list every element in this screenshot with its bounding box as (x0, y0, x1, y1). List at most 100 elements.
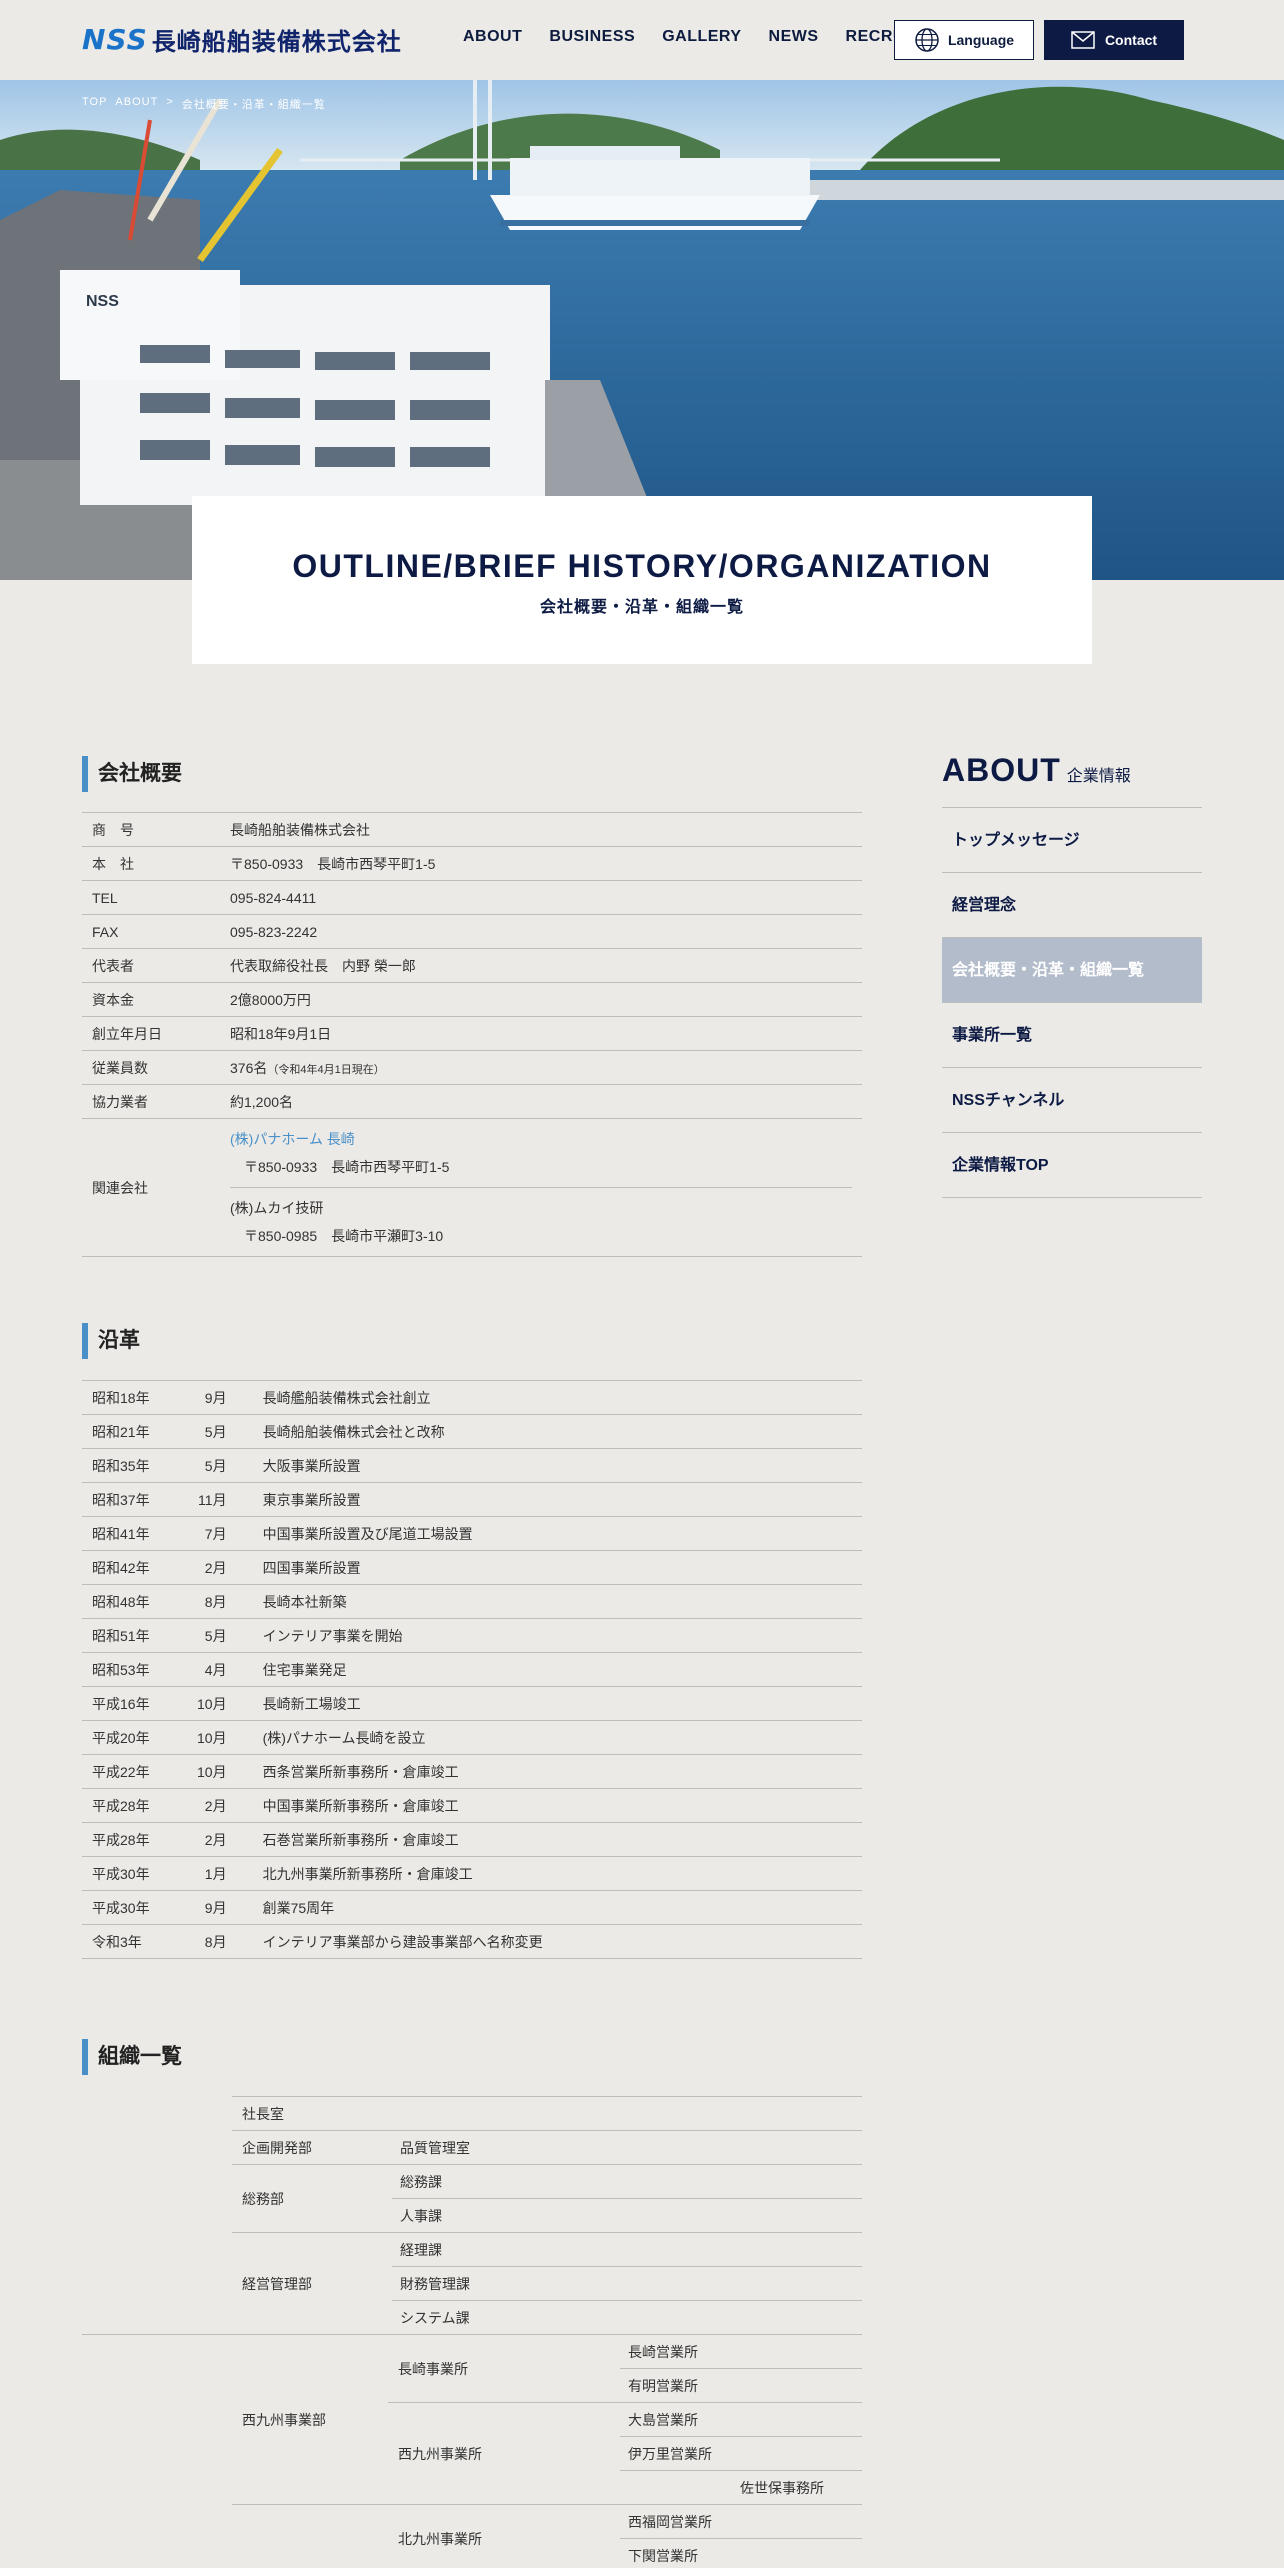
row-value: 376名 (230, 1059, 268, 1076)
row-note: （令和4年4月1日現在） (267, 1063, 385, 1076)
row-value: 〒850-0933 長崎市西琴平町1-5 (220, 846, 862, 881)
history-event: インテリア事業を開始 (252, 1618, 862, 1653)
contact-button[interactable]: Contact (1044, 20, 1184, 60)
sidebar-title-ja: 企業情報 (1066, 768, 1131, 785)
history-month: 5月 (159, 1448, 253, 1483)
organization-heading: 組織一覧 (82, 2039, 182, 2075)
row-key: FAX (82, 914, 220, 949)
sidebar-item-philosophy[interactable]: 経営理念 (942, 873, 1202, 938)
history-year: 昭和35年 (82, 1448, 160, 1483)
history-event: 石巻営業所新事務所・倉庫竣工 (252, 1822, 862, 1857)
table-row: 関連会社 (株)パナホーム 長崎 〒850-0933 長崎市西琴平町1-5 (株… (82, 1118, 862, 1257)
history-year: 平成20年 (82, 1720, 160, 1755)
history-table: 昭和18年 9月 長崎艦船装備株式会社創立 昭和21年 5月 長崎船舶装備株式会社と改称昭… (82, 1380, 862, 1959)
row-key: 従業員数 (82, 1050, 220, 1085)
history-month: 1月 (159, 1856, 253, 1891)
language-button[interactable]: Language (894, 20, 1034, 60)
org-blank (232, 2504, 388, 2568)
row-value: 095-823-2242 (220, 914, 862, 949)
breadcrumb: TOP ABOUT > 会社概要・沿革・組織一覧 (82, 96, 326, 112)
breadcrumb-current: 会社概要・沿革・組織一覧 (181, 99, 326, 111)
row-value: 長崎船舶装備株式会社 (220, 812, 862, 847)
breadcrumb-top[interactable]: TOP (82, 96, 107, 112)
org-branch: 佐世保事務所 (620, 2470, 862, 2504)
history-row: 平成20年 10月 (株)パナホーム長崎を設立 (82, 1720, 862, 1755)
page-title-box: OUTLINE/BRIEF HISTORY/ORGANIZATION 会社概要・… (192, 496, 1092, 664)
history-row: 平成16年 10月 長崎新工場竣工 (82, 1686, 862, 1721)
table-row: 代表者 代表取締役社長 内野 榮一郎 (82, 948, 862, 983)
nav-business[interactable]: BUSINESS (549, 28, 635, 46)
page-subtitle: 会社概要・沿革・組織一覧 (539, 599, 744, 616)
history-month: 5月 (159, 1414, 253, 1449)
globe-icon (915, 28, 939, 52)
table-row: 商 号長崎船舶装備株式会社 (82, 812, 862, 847)
sidebar-item-nss-channel[interactable]: NSSチャンネル (942, 1068, 1202, 1133)
table-row: FAX 095-823-2242 (82, 914, 862, 949)
history-row: 昭和35年 5月 大阪事業所設置 (82, 1448, 862, 1483)
history-month: 9月 (159, 1380, 253, 1415)
history-month: 4月 (159, 1652, 253, 1687)
history-event: (株)パナホーム長崎を設立 (252, 1720, 862, 1755)
row-key: 商 号 (82, 812, 220, 847)
org-general-affairs: 総務部 (232, 2164, 392, 2232)
contact-label: Contact (1104, 32, 1158, 48)
sidebar-item-top-message[interactable]: トップメッセージ (942, 808, 1202, 873)
history-month: 2月 (159, 1550, 253, 1585)
history-event: 西条営業所新事務所・倉庫竣工 (252, 1754, 862, 1789)
row-key: 資本金 (82, 982, 220, 1017)
org-branch: 伊万里営業所 (620, 2436, 862, 2470)
related-company-address: 〒850-0933 長崎市西琴平町1-5 (244, 1159, 450, 1175)
logo-text: 長崎船舶装備株式会社 (151, 27, 402, 56)
history-month: 2月 (159, 1788, 253, 1823)
outline-heading: 会社概要 (82, 756, 182, 792)
history-month: 2月 (159, 1822, 253, 1857)
org-branch: 有明営業所 (620, 2368, 862, 2402)
related-company-link[interactable]: (株)パナホーム 長崎 (230, 1125, 852, 1153)
history-row: 平成28年 2月 石巻営業所新事務所・倉庫竣工 (82, 1822, 862, 1857)
row-key: 創立年月日 (82, 1016, 220, 1051)
org-section: システム課 (392, 2300, 862, 2334)
nav-about[interactable]: ABOUT (463, 28, 522, 46)
global-nav: ABOUT BUSINESS GALLERY NEWS RECRUIT (463, 28, 947, 46)
history-year: 昭和53年 (82, 1652, 160, 1687)
page-title: OUTLINE/BRIEF HISTORY/ORGANIZATION (292, 548, 992, 584)
history-row: 昭和51年 5月 インテリア事業を開始 (82, 1618, 862, 1653)
org-section: 経理課 (392, 2232, 862, 2266)
history-month: 7月 (159, 1516, 253, 1551)
history-event: 東京事業所設置 (252, 1482, 862, 1517)
related-company-address: 〒850-0985 長崎市平瀬町3-10 (244, 1228, 444, 1244)
org-branch: 西福岡営業所 (620, 2504, 862, 2538)
nav-news[interactable]: NEWS (769, 28, 819, 46)
table-row: 創立年月日 昭和18年9月1日 (82, 1016, 862, 1051)
history-heading: 沿革 (82, 1323, 140, 1359)
nav-gallery[interactable]: GALLERY (662, 28, 741, 46)
table-row: 協力業者 約1,200名 (82, 1084, 862, 1119)
history-row: 昭和48年 8月 長崎本社新築 (82, 1584, 862, 1619)
row-value: 2億8000万円 (220, 982, 862, 1017)
history-row: 昭和21年 5月 長崎船舶装備株式会社と改称 (82, 1414, 862, 1449)
org-west-kyushu: 西九州事業部 (232, 2334, 388, 2504)
history-year: 昭和51年 (82, 1618, 160, 1653)
history-year: 昭和42年 (82, 1550, 160, 1585)
sidebar-item-about-top[interactable]: 企業情報TOP (942, 1133, 1202, 1198)
history-event: 長崎本社新築 (252, 1584, 862, 1619)
site-logo[interactable]: NSS 長崎船舶装備株式会社 (82, 22, 402, 56)
history-event: 四国事業所設置 (252, 1550, 862, 1585)
history-year: 昭和37年 (82, 1482, 160, 1517)
org-management: 経営管理部 (232, 2232, 392, 2334)
sidebar-item-offices[interactable]: 事業所一覧 (942, 1003, 1202, 1068)
history-year: 平成22年 (82, 1754, 160, 1789)
org-quality: 品質管理室 (392, 2130, 862, 2164)
table-row: 資本金 2億8000万円 (82, 982, 862, 1017)
history-year: 平成28年 (82, 1822, 160, 1857)
row-value: 昭和18年9月1日 (220, 1016, 862, 1051)
breadcrumb-about[interactable]: ABOUT (115, 96, 158, 112)
breadcrumb-separator: > (166, 96, 174, 108)
history-month: 8月 (159, 1584, 253, 1619)
related-company-name: (株)ムカイ技研 (230, 1200, 324, 1216)
history-row: 平成30年 1月 北九州事業所新事務所・倉庫竣工 (82, 1856, 862, 1891)
related-company: (株)ムカイ技研 〒850-0985 長崎市平瀬町3-10 (230, 1187, 852, 1256)
row-value: 代表取締役社長 内野 榮一郎 (220, 948, 862, 983)
logo-mark: NSS (82, 22, 148, 56)
sidebar-item-outline[interactable]: 会社概要・沿革・組織一覧 (942, 938, 1202, 1003)
